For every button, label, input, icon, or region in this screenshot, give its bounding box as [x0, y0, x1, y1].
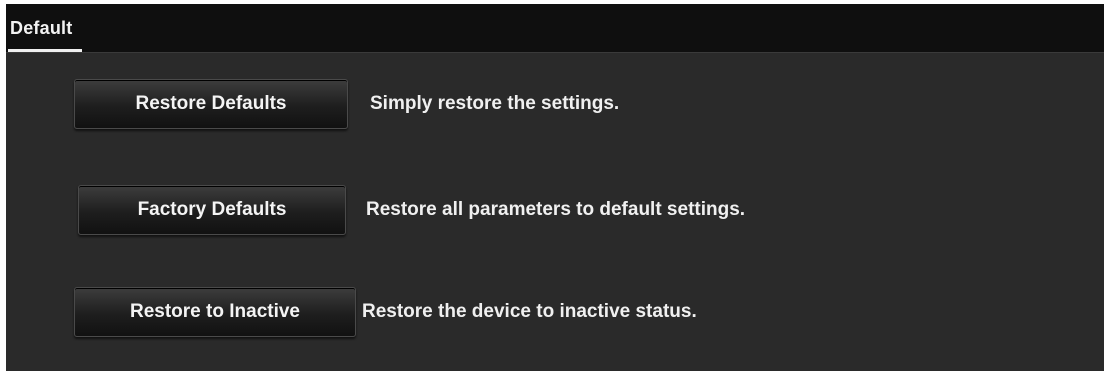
- factory-defaults-button[interactable]: Factory Defaults: [78, 185, 346, 235]
- restore-defaults-button[interactable]: Restore Defaults: [74, 79, 348, 129]
- title-bar: Default: [6, 4, 1104, 53]
- default-settings-panel: Default Restore Defaults Simply restore …: [6, 4, 1104, 371]
- restore-to-inactive-button[interactable]: Restore to Inactive: [74, 287, 356, 337]
- tab-default[interactable]: Default: [6, 4, 83, 52]
- screen-frame: Default Restore Defaults Simply restore …: [0, 0, 1110, 377]
- tab-default-label: Default: [10, 17, 73, 38]
- restore-defaults-description: Simply restore the settings.: [370, 93, 620, 114]
- restore-to-inactive-description: Restore the device to inactive status.: [362, 301, 697, 322]
- tab-active-indicator: [8, 49, 83, 52]
- factory-defaults-description: Restore all parameters to default settin…: [366, 199, 746, 220]
